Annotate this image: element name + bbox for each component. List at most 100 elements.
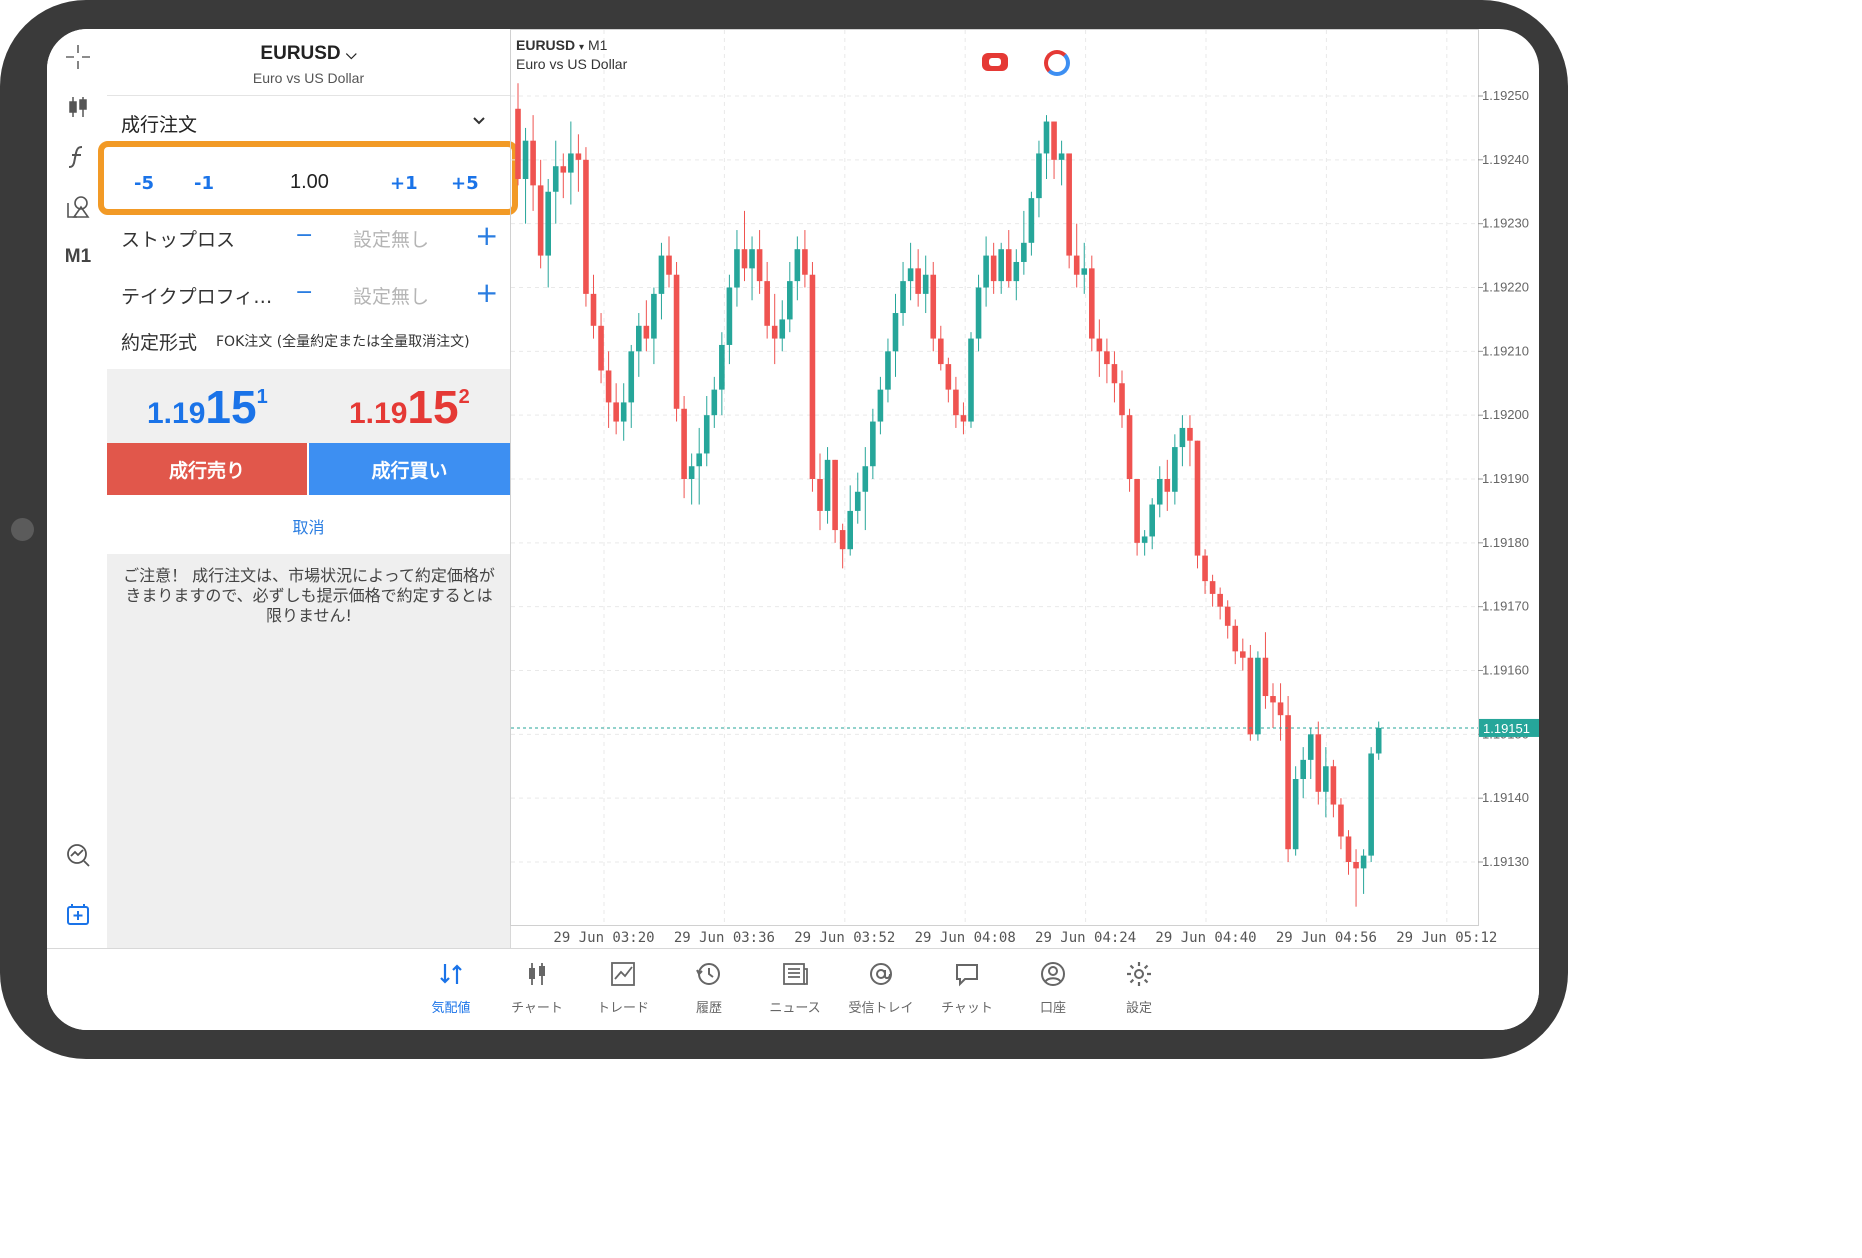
tab-label: チャット [941, 1001, 993, 1016]
crosshair-icon[interactable] [62, 41, 94, 73]
candle-body [809, 274, 816, 479]
volume-plus-5-button[interactable]: +5 [451, 173, 479, 194]
price-chart[interactable]: 1.19250 1.19240 1.19230 1.19220 1.19210 1.192… [510, 29, 1539, 948]
candle-body [877, 389, 884, 422]
order-type-select[interactable]: 成行注文 [121, 110, 197, 137]
account-icon [1010, 957, 1096, 991]
candle-body [787, 281, 793, 320]
chat-icon [924, 957, 1010, 991]
stop-loss-row: ストップロス − 設定無し + [107, 213, 510, 263]
candle-body [1323, 766, 1329, 792]
candlestick-icon[interactable] [62, 91, 94, 123]
volume-input[interactable]: 1.00 [290, 171, 329, 194]
bid-price-big: 15 [205, 381, 257, 433]
new-order-icon[interactable] [62, 899, 94, 931]
stop-loss-plus-button[interactable]: + [475, 219, 498, 252]
candle-body [817, 479, 823, 511]
candle-body [719, 344, 725, 390]
chart-timeframe: M1 [587, 37, 608, 53]
tab-chart[interactable]: チャート [494, 957, 580, 1016]
candle-body [1058, 153, 1065, 160]
y-tick-label: 1.19240 [1482, 152, 1529, 167]
tab-settings[interactable]: 設定 [1096, 957, 1182, 1016]
ask-price[interactable]: 1.19152 [349, 380, 470, 434]
chart-canvas[interactable]: 1.19250 1.19240 1.19230 1.19220 1.19210 1.192… [510, 29, 1539, 948]
tab-history[interactable]: 履歴 [666, 957, 752, 1016]
buy-by-market-button[interactable]: 成行買い [309, 443, 510, 495]
tab-trade[interactable]: トレード [580, 957, 666, 1016]
candle-body [885, 351, 891, 390]
sell-by-market-button[interactable]: 成行売り [107, 443, 307, 495]
x-tick-label: 29 Jun 04:24 [1035, 930, 1136, 946]
tab-label: トレード [596, 1001, 649, 1016]
objects-icon[interactable] [62, 191, 94, 223]
candle-body [1353, 862, 1359, 869]
candle-body [1255, 657, 1261, 735]
candle-body [666, 255, 672, 275]
candle-body [1028, 198, 1035, 243]
bid-price-sup: 1 [256, 386, 268, 408]
candle-body [953, 389, 959, 416]
chart-icon [494, 957, 580, 991]
candle-body [802, 249, 808, 275]
tab-label: 受信トレイ [848, 1001, 914, 1016]
tab-label: 口座 [1039, 1001, 1066, 1016]
bid-price[interactable]: 1.19151 [147, 380, 268, 434]
app-screen: M1 EURUSD ⌵ Euro vs US Dollar 成行注文 ストップロ… [47, 29, 1539, 1030]
candle-body [1179, 427, 1186, 448]
candle-body [794, 249, 801, 282]
chevron-down-icon[interactable] [471, 113, 487, 129]
home-button[interactable] [11, 518, 34, 541]
execution-value: FOK注文 (全量約定または全量取消注文) [216, 334, 470, 350]
candle-body [1307, 734, 1314, 760]
tab-quotes[interactable]: 気配値 [408, 957, 494, 1016]
candle-body [1126, 415, 1133, 479]
candle-body [900, 281, 906, 314]
warning-text: ご注意！ 成行注文は、市場状況によって約定価格がきまりますので、必ずしも提示価格… [123, 566, 495, 625]
cancel-button[interactable]: 取消 [107, 514, 510, 538]
y-tick-label: 1.19220 [1482, 280, 1529, 295]
volume-minus-5-button[interactable]: -5 [134, 173, 154, 194]
candle-body [673, 274, 680, 409]
candle-body [1277, 702, 1284, 716]
quotes-icon [408, 957, 494, 991]
function-icon[interactable] [62, 141, 94, 173]
symbol-selector[interactable]: EURUSD ⌵ [107, 43, 510, 65]
symbol-description: Euro vs US Dollar [252, 70, 365, 86]
take-profit-plus-button[interactable]: + [475, 276, 498, 309]
one-click-trading-icon[interactable] [1044, 50, 1070, 76]
tab-account[interactable]: 口座 [1010, 957, 1096, 1016]
volume-plus-1-button[interactable]: +1 [390, 173, 418, 194]
candle-body [1338, 804, 1344, 837]
tab-mailbox[interactable]: 受信トレイ [838, 957, 924, 1016]
ask-price-big: 15 [407, 381, 459, 433]
volume-minus-1-button[interactable]: -1 [194, 173, 214, 194]
candle-body [779, 319, 786, 339]
tab-news[interactable]: ニュース [752, 957, 838, 1016]
candle-body [1036, 153, 1042, 199]
candle-body [583, 159, 589, 294]
stop-loss-minus-button[interactable]: − [295, 223, 313, 248]
chart-symbol: EURUSD [516, 37, 576, 53]
timeframe-button[interactable]: M1 [62, 241, 94, 273]
candle-body [1021, 242, 1027, 262]
candle-body [1345, 836, 1352, 862]
take-profit-minus-button[interactable]: − [295, 280, 313, 305]
candle-body [658, 255, 665, 294]
stop-loss-value[interactable]: 設定無し [353, 225, 429, 252]
indicator-icon[interactable] [62, 839, 94, 871]
candle-body [741, 249, 748, 269]
chart-arrow: ▾ [579, 42, 585, 53]
candle-body [598, 325, 604, 371]
tab-label: 設定 [1125, 1001, 1152, 1016]
candle-body [1043, 121, 1050, 154]
tab-chat[interactable]: チャット [924, 957, 1010, 1016]
candle-body [1292, 779, 1299, 850]
candle-body [1073, 255, 1080, 275]
symbol-header[interactable]: EURUSD ⌵ Euro vs US Dollar [107, 29, 510, 96]
y-tick-label: 1.19210 [1482, 343, 1529, 358]
y-tick-label: 1.19130 [1482, 854, 1529, 869]
take-profit-value[interactable]: 設定無し [353, 282, 429, 309]
trade-signal-icon[interactable] [982, 53, 1008, 71]
candle-body [688, 466, 695, 479]
